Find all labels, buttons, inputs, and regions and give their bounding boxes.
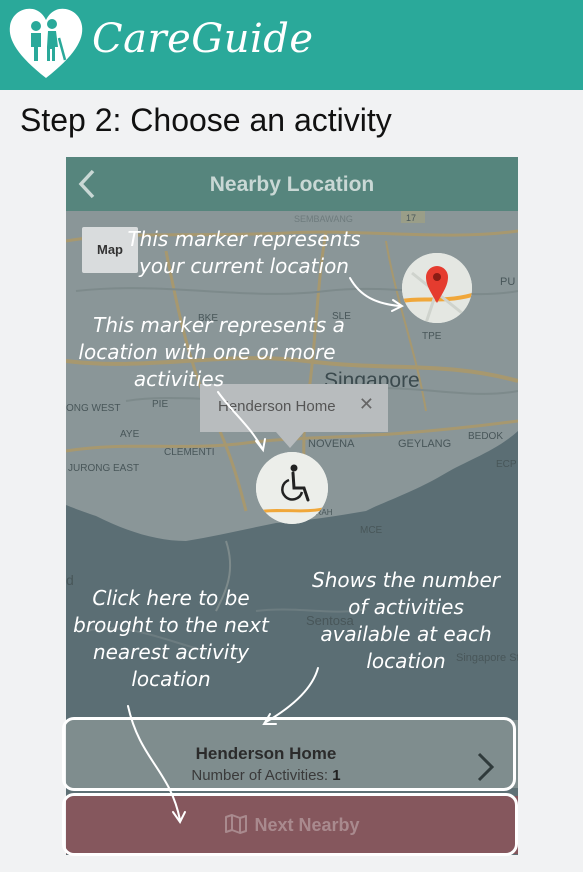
map-label: JURONG EAST	[68, 463, 139, 474]
screen-title: Nearby Location	[209, 173, 375, 196]
map-label: NOVENA	[308, 438, 355, 450]
step-title: Step 2: Choose an activity	[20, 102, 392, 138]
annotation-line: of activities	[348, 595, 464, 619]
info-window-pointer	[276, 432, 304, 448]
annotation-line: This marker represents a	[93, 313, 345, 337]
card-highlight-outline	[62, 717, 516, 791]
button-highlight-outline	[62, 793, 518, 856]
brand-name: CareGuide	[92, 16, 314, 62]
map-label: SEMBAWANG	[294, 214, 353, 224]
app-header: Nearby Location	[66, 157, 518, 211]
caregiver-heart-logo	[9, 8, 83, 78]
map-label: PU	[500, 276, 515, 288]
map-pin-icon	[402, 253, 472, 323]
annotation-line: available at each	[320, 622, 492, 646]
current-location-marker[interactable]	[402, 253, 472, 323]
annotation-line: Shows the number	[312, 568, 500, 592]
map-label: 17	[406, 213, 416, 223]
annotation-line: brought to the next	[73, 613, 269, 637]
annotation-line: location with one or more	[78, 340, 336, 364]
annotation-line: Click here to be	[92, 586, 250, 610]
wheelchair-icon	[256, 452, 328, 524]
annotation-activity-marker: This marker represents a location with o…	[74, 312, 364, 393]
annotation-line: activities	[133, 367, 225, 391]
map-label: GEYLANG	[398, 438, 451, 450]
map-label: CLEMENTI	[164, 447, 215, 458]
annotation-line: your current location	[139, 254, 349, 278]
annotation-current-location: This marker represents your current loca…	[118, 226, 370, 280]
map-label: ONG WEST	[66, 403, 120, 414]
annotation-next-nearby: Click here to be brought to the next nea…	[66, 585, 276, 693]
annotation-line: This marker represents	[127, 227, 361, 251]
map-label: BEDOK	[468, 431, 503, 442]
annotation-line: nearest activity	[92, 640, 250, 664]
map-label: AYE	[120, 429, 140, 440]
map-label: MCE	[360, 525, 383, 536]
close-icon[interactable]: ✕	[359, 394, 374, 415]
annotation-line: location	[131, 667, 211, 691]
activity-location-marker[interactable]	[256, 452, 328, 524]
top-bar: CareGuide	[0, 0, 583, 90]
map-label: ECP	[496, 459, 517, 470]
annotation-count-info: Shows the number of activities available…	[300, 567, 512, 675]
map-label: PIE	[152, 399, 168, 410]
info-window-label: Henderson Home	[218, 398, 336, 415]
annotation-line: location	[366, 649, 446, 673]
map-label: TPE	[422, 331, 442, 342]
